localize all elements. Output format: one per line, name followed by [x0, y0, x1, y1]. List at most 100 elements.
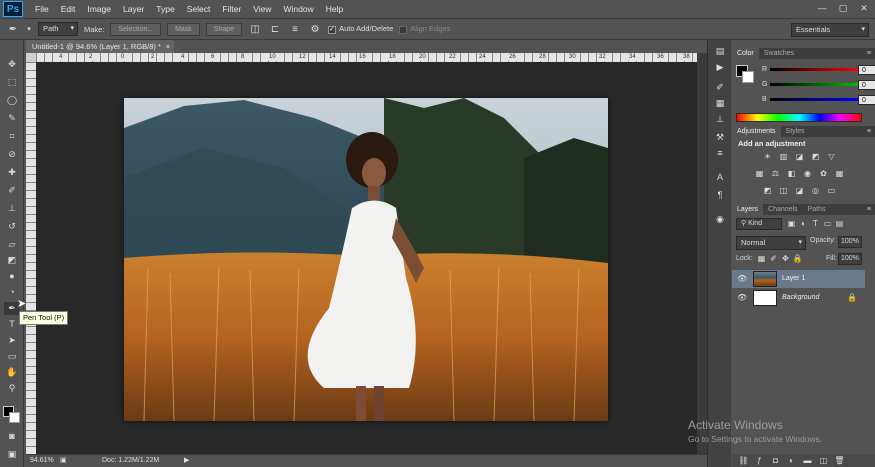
path-alignment-icon[interactable]: ⊏ [268, 24, 282, 35]
tab-channels[interactable]: Channels [763, 204, 803, 215]
panel-menu-icon[interactable]: ≡ [867, 48, 871, 59]
make-shape-button[interactable]: Shape [205, 22, 243, 36]
color-panel-background-swatch[interactable] [742, 71, 754, 83]
auto-add-delete-option[interactable]: ✓ Auto Add/Delete [328, 24, 393, 34]
make-selection-button[interactable]: Selection... [110, 22, 162, 36]
threshold-icon[interactable]: ◪ [794, 186, 805, 196]
vertical-ruler[interactable] [26, 62, 36, 454]
lock-pixels-icon[interactable]: ✐ [768, 254, 779, 264]
close-button[interactable]: ✕ [855, 2, 873, 14]
blue-slider[interactable] [770, 98, 858, 101]
tab-color[interactable]: Color [732, 48, 759, 59]
add-mask-icon[interactable]: ◘ [770, 456, 781, 466]
menu-help[interactable]: Help [320, 4, 349, 14]
shape-tool-icon[interactable]: ▭ [4, 350, 20, 363]
screen-mode-icon[interactable]: ▣ [4, 448, 20, 461]
opacity-input[interactable]: 100% [838, 236, 862, 248]
new-layer-icon[interactable]: ◫ [818, 456, 829, 466]
color-lookup-icon[interactable]: ▦ [834, 169, 845, 179]
history-panel-icon[interactable]: ▤ [713, 46, 727, 58]
minimize-button[interactable]: — [813, 2, 831, 14]
character-panel-icon[interactable]: A [713, 172, 727, 184]
paragraph-panel-icon[interactable]: ¶ [713, 190, 727, 202]
chevron-down-icon[interactable]: ▾ [26, 25, 32, 33]
actions-panel-icon[interactable]: ▶ [713, 62, 727, 74]
tab-paths[interactable]: Paths [803, 204, 831, 215]
photo-filter-icon[interactable]: ◉ [802, 169, 813, 179]
lasso-tool-icon[interactable]: ◯ [4, 94, 20, 107]
workspace-dropdown[interactable]: Essentials [791, 23, 869, 37]
swatches-mini-icon[interactable]: ◉ [713, 214, 727, 226]
color-spectrum-ramp[interactable] [736, 113, 862, 122]
layer-row-background[interactable]: 👁 Background 🔒 [732, 289, 865, 307]
panel-menu-icon[interactable]: ≡ [867, 204, 871, 215]
layer-name[interactable]: Background [782, 289, 819, 307]
filter-shape-icon[interactable]: ▭ [822, 219, 833, 229]
channel-mixer-icon[interactable]: ✿ [818, 169, 829, 179]
lock-all-icon[interactable]: 🔒 [792, 254, 803, 264]
panel-menu-icon[interactable]: ≡ [867, 126, 871, 137]
healing-brush-tool-icon[interactable]: ✚ [4, 166, 20, 179]
color-balance-icon[interactable]: ⚖ [770, 169, 781, 179]
brush-presets-panel-icon[interactable]: ▦ [713, 98, 727, 110]
history-brush-tool-icon[interactable]: ↺ [4, 220, 20, 233]
menu-filter[interactable]: Filter [216, 4, 247, 14]
make-mask-button[interactable]: Mask [167, 22, 200, 36]
blend-mode-dropdown[interactable]: Normal [736, 236, 806, 250]
brightness-contrast-icon[interactable]: ☀ [762, 152, 773, 162]
properties-panel-icon[interactable]: ≡ [713, 148, 727, 160]
path-arrangement-icon[interactable]: ≡ [288, 24, 302, 35]
quick-mask-icon[interactable]: ◙ [4, 430, 20, 443]
background-color-swatch[interactable] [9, 412, 20, 423]
canvas-vertical-scrollbar[interactable] [697, 53, 707, 454]
eraser-tool-icon[interactable]: ▱ [4, 238, 20, 251]
posterize-icon[interactable]: ◫ [778, 186, 789, 196]
maximize-button[interactable]: ▢ [834, 2, 852, 14]
photo-layer-image[interactable] [124, 98, 608, 421]
levels-icon[interactable]: ▥ [778, 152, 789, 162]
filter-adjustment-icon[interactable]: ◐ [798, 219, 809, 229]
layer-name[interactable]: Layer 1 [782, 270, 805, 288]
marquee-tool-icon[interactable]: ⬚ [4, 76, 20, 89]
gradient-map-icon[interactable]: ▭ [826, 186, 837, 196]
new-adjustment-layer-icon[interactable]: ◐ [786, 456, 797, 466]
menu-edit[interactable]: Edit [55, 4, 82, 14]
status-menu-arrow-icon[interactable]: ▶ [184, 455, 189, 467]
tool-presets-icon[interactable]: ⚒ [713, 132, 727, 144]
zoom-tool-icon[interactable]: ⚲ [4, 382, 20, 395]
tab-adjustments[interactable]: Adjustments [732, 126, 781, 137]
document-tab[interactable]: Untitled-1 @ 94.6% (Layer 1, RGB/8) * × [26, 40, 174, 53]
menu-window[interactable]: Window [277, 4, 319, 14]
path-selection-tool-icon[interactable]: ➤ [4, 334, 20, 347]
zoom-level[interactable]: 94.61% [30, 455, 54, 467]
layer-row-layer-1[interactable]: 👁 Layer 1 [732, 270, 865, 288]
blur-tool-icon[interactable]: ● [4, 270, 20, 283]
filter-smart-object-icon[interactable]: ▤ [834, 219, 845, 229]
horizontal-ruler[interactable]: 4 2 0 2 4 6 8 10 12 14 16 18 20 22 24 26… [36, 53, 697, 62]
brush-tool-icon[interactable]: ✐ [4, 184, 20, 197]
trash-icon[interactable]: 🗑 [834, 456, 845, 466]
document-size[interactable]: Doc: 1.22M/1.22M [102, 455, 159, 467]
lock-transparent-icon[interactable]: ▦ [756, 254, 767, 264]
pen-tool-preset-icon[interactable]: ✒ [6, 24, 20, 35]
clone-source-panel-icon[interactable]: ⊥ [713, 114, 727, 126]
tab-layers[interactable]: Layers [732, 204, 764, 215]
green-value-input[interactable]: 0 [858, 79, 875, 90]
lock-position-icon[interactable]: ✥ [780, 254, 791, 264]
type-tool-icon[interactable]: T [4, 318, 20, 331]
align-edges-checkbox[interactable] [399, 25, 408, 34]
paint-bucket-tool-icon[interactable]: ◩ [4, 254, 20, 267]
gear-icon[interactable]: ⚙ [308, 24, 322, 35]
invert-icon[interactable]: ◩ [762, 186, 773, 196]
brush-panel-icon[interactable]: ✐ [713, 82, 727, 94]
eye-icon[interactable]: 👁 [737, 293, 747, 302]
path-operations-icon[interactable]: ◫ [248, 24, 262, 35]
menu-file[interactable]: File [29, 4, 55, 14]
layer-style-icon[interactable]: ƒ [754, 456, 765, 466]
menu-select[interactable]: Select [181, 4, 217, 14]
hand-tool-icon[interactable]: ✋ [4, 366, 20, 379]
document-info-icon[interactable]: ▣ [60, 455, 67, 467]
auto-add-delete-checkbox[interactable]: ✓ [328, 25, 337, 34]
curves-icon[interactable]: ◪ [794, 152, 805, 162]
crop-tool-icon[interactable]: ⌗ [4, 130, 20, 143]
